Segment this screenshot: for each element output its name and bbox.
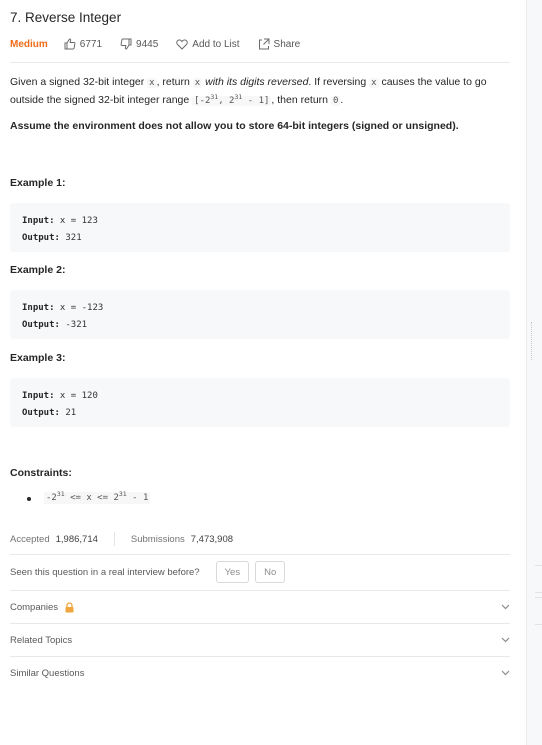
stats-divider: [10, 554, 510, 555]
constraint-part: <= x <= 2: [64, 493, 119, 503]
desc-text: , then return: [271, 94, 331, 106]
thumbs-up-icon: [64, 38, 76, 50]
constraints-title: Constraints:: [10, 467, 72, 479]
constraint-exponent: 31: [118, 490, 127, 498]
thumbs-down-icon: [120, 38, 132, 50]
input-value: x = 123: [54, 216, 98, 226]
desc-text: .: [340, 94, 344, 106]
similar-questions-label: Similar Questions: [10, 667, 85, 679]
input-value: x = 120: [54, 391, 98, 401]
desc-text: , return: [156, 76, 193, 88]
example-title: Example 3:: [10, 352, 66, 364]
accepted-label: Accepted: [10, 533, 50, 545]
output-label: Output:: [22, 320, 60, 330]
range-code: [-231, 231 - 1]: [192, 94, 272, 106]
share-label: Share: [273, 38, 301, 50]
heart-icon: [176, 38, 189, 50]
input-label: Input:: [22, 216, 55, 226]
problem-meta-bar: Medium 6771 9445 Add to List Share: [10, 36, 318, 52]
adjacent-panel-edge: [535, 597, 542, 625]
dislikes-count: 9445: [136, 38, 159, 50]
problem-title: 7. Reverse Integer: [10, 10, 122, 25]
related-topics-label: Related Topics: [10, 634, 73, 646]
example-title: Example 2:: [10, 264, 66, 276]
output-label: Output:: [22, 233, 60, 243]
accepted-value: 1,986,714: [55, 533, 98, 545]
submissions-label: Submissions: [130, 533, 185, 545]
chevron-down-icon: [501, 604, 510, 610]
chevron-down-icon: [501, 637, 510, 643]
difficulty-badge: Medium: [10, 38, 48, 50]
interview-prompt: Seen this question in a real interview b…: [10, 560, 286, 584]
stats-separator: [113, 532, 115, 546]
range-part: [-2: [194, 96, 211, 106]
desc-text: Given a signed 32-bit integer: [10, 76, 148, 88]
example-input-line: Input: x = 123: [22, 213, 498, 230]
input-label: Input:: [22, 303, 55, 313]
lock-icon: [65, 601, 74, 612]
submission-stats: Accepted 1,986,714 Submissions 7,473,908: [10, 532, 233, 546]
constraint-part: - 1: [126, 493, 149, 503]
example-output-line: Output: 21: [22, 405, 498, 422]
example-box: Input: x = 120 Output: 21: [10, 378, 510, 427]
add-to-list-label: Add to List: [192, 38, 240, 50]
range-part: , 2: [218, 96, 235, 106]
companies-header: Companies: [10, 602, 75, 613]
drag-grip[interactable]: [531, 322, 533, 360]
companies-section[interactable]: Companies: [10, 591, 510, 623]
inline-code: x: [147, 78, 157, 88]
submissions-value: 7,473,908: [190, 533, 234, 545]
example-input-line: Input: x = 120: [22, 388, 498, 405]
example-box: Input: x = -123 Output: -321: [10, 290, 510, 339]
add-to-list-button[interactable]: Add to List: [176, 38, 240, 50]
share-icon: [258, 38, 270, 50]
example-output-line: Output: -321: [22, 317, 498, 334]
output-value: -321: [59, 320, 88, 330]
constraint-item: -231 <= x <= 231 - 1: [44, 490, 151, 504]
adjacent-panel-edge: [535, 565, 542, 593]
yes-button[interactable]: Yes: [215, 561, 250, 583]
example-output-line: Output: 321: [22, 230, 498, 247]
constraint-exponent: 31: [56, 490, 65, 498]
share-button[interactable]: Share: [258, 38, 301, 50]
likes-count: 6771: [79, 38, 103, 50]
inline-code: 0: [330, 96, 341, 106]
example-title: Example 1:: [10, 177, 66, 189]
problem-description: Given a signed 32-bit integer x, return …: [10, 74, 510, 110]
inline-code: x: [369, 78, 379, 88]
problem-description-panel: 7. Reverse Integer Medium 6771 9445 Add …: [0, 0, 526, 745]
dislike-button[interactable]: 9445: [120, 38, 158, 50]
range-part: - 1]: [242, 96, 270, 106]
desc-text: . If reversing: [308, 76, 370, 88]
chevron-down-icon: [501, 670, 510, 676]
example-input-line: Input: x = -123: [22, 300, 498, 317]
no-button[interactable]: No: [255, 561, 286, 583]
like-button[interactable]: 6771: [64, 38, 102, 50]
desc-emphasis: with its digits reversed: [202, 76, 309, 88]
output-value: 21: [59, 408, 77, 418]
output-value: 321: [59, 233, 82, 243]
input-value: x = -123: [54, 303, 104, 313]
input-label: Input:: [22, 391, 55, 401]
related-topics-section[interactable]: Related Topics: [10, 624, 510, 656]
interview-question: Seen this question in a real interview b…: [10, 566, 200, 578]
example-box: Input: x = 123 Output: 321: [10, 203, 510, 252]
environment-note: Assume the environment does not allow yo…: [10, 120, 459, 132]
output-label: Output:: [22, 408, 60, 418]
similar-questions-section[interactable]: Similar Questions: [10, 657, 510, 689]
constraint-part: -2: [46, 493, 57, 503]
bullet-marker: [27, 497, 31, 501]
inline-code: x: [192, 78, 203, 88]
header-divider: [10, 62, 510, 63]
companies-label: Companies: [10, 601, 59, 613]
panel-resize-handle[interactable]: [526, 0, 542, 745]
